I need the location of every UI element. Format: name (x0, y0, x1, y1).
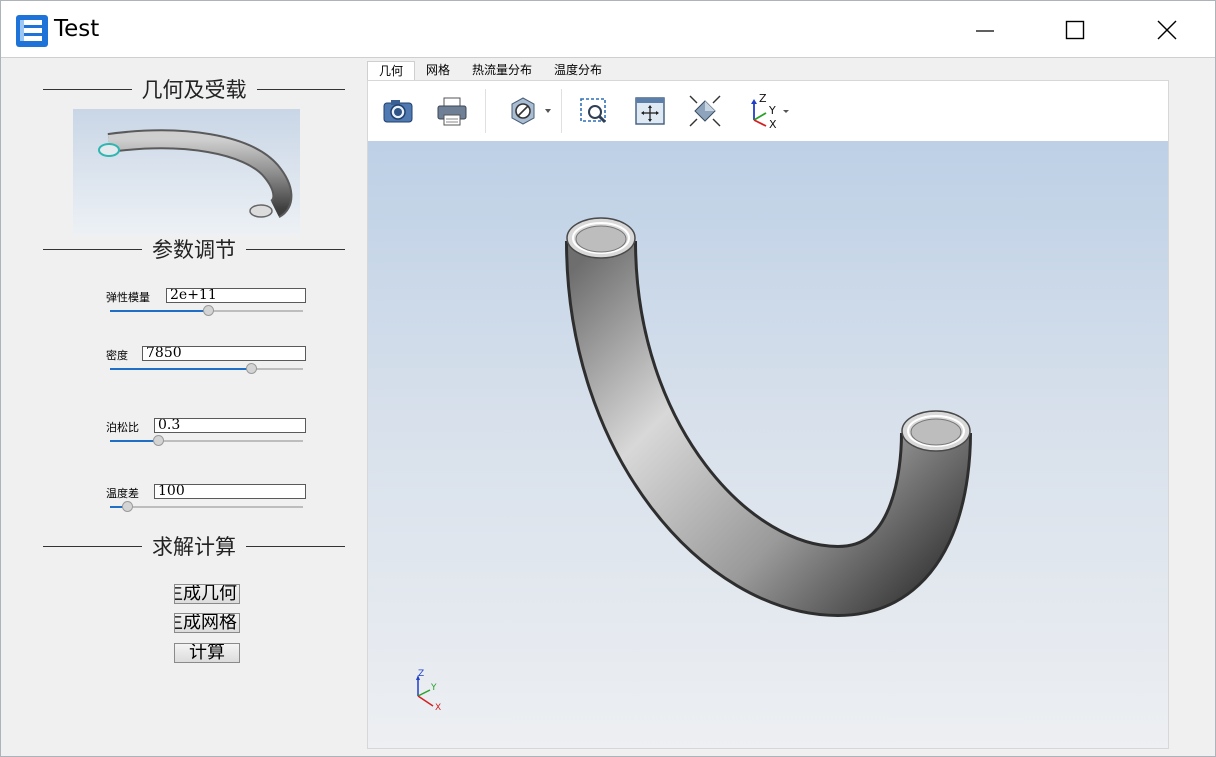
maximize-button[interactable] (1052, 1, 1098, 58)
slider-handle[interactable] (122, 501, 134, 512)
pipe-thumbnail-image (98, 129, 293, 218)
section-geometry-header: 几何及受载 (43, 74, 345, 104)
window-title: Test (54, 16, 100, 42)
maximize-icon (1065, 20, 1085, 39)
camera-icon[interactable] (380, 93, 416, 129)
elastic-modulus-slider[interactable] (110, 305, 303, 317)
geometry-preview (73, 109, 300, 235)
generate-geometry-button[interactable]: 生成几何 (174, 584, 240, 604)
density-input[interactable]: 7850 (142, 346, 306, 361)
corner-axis-y-label: Y (430, 683, 437, 693)
corner-axis-x-label: X (435, 703, 441, 713)
tab-heat-flux[interactable]: 热流量分布 (461, 61, 543, 80)
section-params-header: 参数调节 (43, 234, 345, 264)
axis-y-label: Y (768, 104, 776, 117)
close-button[interactable] (1144, 1, 1190, 58)
param-label-poisson: 泊松比 (106, 421, 139, 434)
title-bar[interactable]: Test (1, 1, 1215, 58)
chevron-down-icon[interactable] (544, 107, 552, 115)
minimize-button[interactable] (962, 1, 1008, 58)
projection-icon[interactable] (687, 93, 723, 129)
slider-handle[interactable] (153, 435, 165, 446)
section-solve-header: 求解计算 (43, 531, 345, 561)
section-icon[interactable] (505, 93, 541, 129)
section-geometry-title: 几何及受载 (131, 78, 257, 102)
zoom-box-icon[interactable] (576, 93, 612, 129)
app-window: Test 几何及受载 参数调节 弹性模量 2e+11 密度 7850 泊松比 0… (0, 0, 1216, 757)
print-icon[interactable] (434, 93, 470, 129)
compute-button[interactable]: 计算 (174, 643, 240, 663)
density-slider[interactable] (110, 363, 303, 375)
minimize-icon (976, 29, 994, 32)
slider-handle[interactable] (245, 363, 257, 374)
viewer-panel: 几何 网格 热流量分布 温度分布 Z Y X Z Y X (367, 59, 1213, 755)
tab-temperature[interactable]: 温度分布 (543, 61, 613, 80)
tab-mesh[interactable]: 网格 (415, 61, 461, 80)
generate-mesh-button[interactable]: 生成网格 (174, 613, 240, 633)
param-label-temperature-diff: 温度差 (106, 487, 139, 500)
axis-x-label: X (769, 118, 777, 129)
section-params-title: 参数调节 (142, 238, 246, 262)
fit-all-icon[interactable] (632, 93, 668, 129)
view-tabs: 几何 网格 热流量分布 温度分布 (367, 61, 613, 80)
model-canvas[interactable]: Z Y X (368, 141, 1168, 748)
poisson-ratio-slider[interactable] (110, 435, 303, 447)
poisson-ratio-input[interactable]: 0.3 (154, 418, 306, 433)
temperature-diff-input[interactable]: 100 (154, 484, 306, 499)
close-icon (1157, 20, 1177, 39)
elastic-modulus-input[interactable]: 2e+11 (166, 288, 306, 303)
slider-handle[interactable] (203, 305, 215, 316)
bent-pipe-model: Z Y X (416, 217, 972, 713)
corner-axis-z-label: Z (418, 669, 424, 679)
param-label-density: 密度 (106, 349, 128, 362)
temperature-diff-slider[interactable] (110, 501, 303, 513)
axis-z-label: Z (759, 93, 767, 105)
axis-triad-icon[interactable]: Z Y X (746, 93, 792, 129)
viewer-toolbar: Z Y X (368, 81, 1168, 141)
app-logo-icon (16, 15, 48, 47)
corner-axis-triad: Z Y X (416, 669, 441, 713)
control-panel: 几何及受载 参数调节 弹性模量 2e+11 密度 7850 泊松比 0.3 温度… (3, 59, 365, 755)
param-label-elastic-modulus: 弹性模量 (106, 291, 150, 304)
viewer-3d: Z Y X Z Y X (367, 80, 1169, 749)
section-solve-title: 求解计算 (142, 535, 246, 559)
tab-geometry[interactable]: 几何 (367, 61, 416, 80)
